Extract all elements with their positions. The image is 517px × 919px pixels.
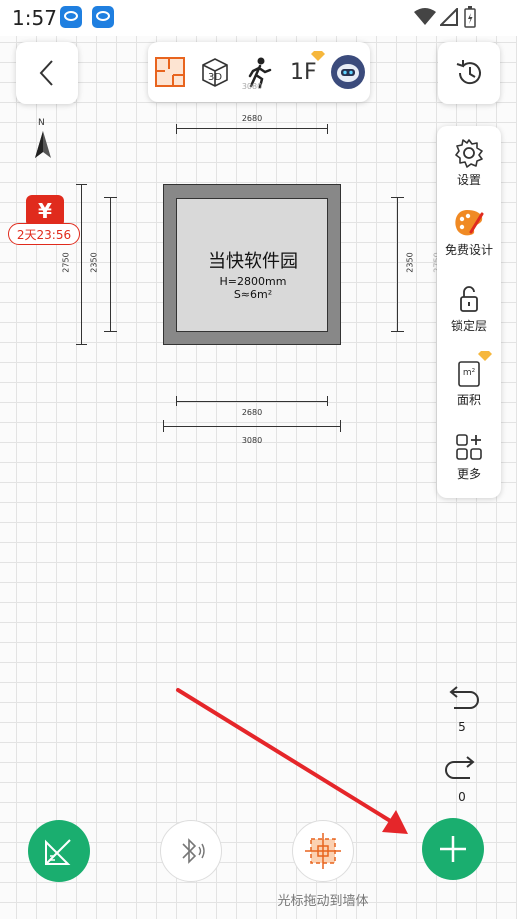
dimension-tick [104,197,117,198]
dimension-top-outer: 3080 [241,82,263,91]
dimension-bottom-inner: 2680 [241,408,263,417]
crosshair-icon [305,833,341,869]
annotation-arrow [176,688,408,834]
diamond-premium-icon [478,351,492,361]
dimension-line [176,128,328,129]
bluetooth-button[interactable] [160,820,222,882]
dimension-right-inner: 2350 [405,252,415,273]
dimension-bottom-outer: 3080 [241,436,263,445]
dimension-tick [76,344,87,345]
promo-badge[interactable]: ¥ 2天23:56 [8,195,80,249]
app-notification-icon [60,6,82,28]
area-icon-unit: m² [462,368,476,378]
compass-needle-icon [35,131,51,158]
battery-icon [464,6,476,28]
3d-cube-icon: 3D [201,58,228,87]
dimension-tick [76,184,87,185]
dimension-line [110,197,111,332]
floorplan-icon [155,57,186,87]
diamond-premium-icon [311,51,326,61]
view-toolbar: 3D 1F [148,42,370,102]
cursor-snap-button[interactable] [292,820,354,882]
free-design-label: 免费设计 [444,243,493,257]
dimension-left-inner: 2350 [89,252,99,273]
app-notification-icon [92,6,114,28]
undo-icon [449,686,479,709]
status-bar: 1:57 [0,0,517,36]
lock-layer-label: 锁定层 [450,319,487,333]
dimension-tick [327,396,328,406]
room-area: S≈6m² [233,288,273,301]
free-design-button[interactable]: 免费设计 [439,208,499,258]
dimension-tick [176,124,177,134]
redo-count: 0 [458,790,466,804]
room-height: H=2800mm [219,275,287,288]
back-button[interactable] [16,42,78,104]
undo-count: 5 [458,720,466,734]
area-button[interactable]: m² 面积 [439,351,499,408]
3d-view-button[interactable]: 3D [193,50,237,94]
floor-label: 1F [290,59,317,85]
more-button[interactable]: 更多 [439,432,499,482]
dimension-line [81,184,82,345]
area-label: 面积 [456,393,481,407]
gear-icon [455,139,483,168]
dimension-top-inner: 2680 [241,114,263,123]
promo-countdown: 2天23:56 [8,223,80,245]
room-wall[interactable]: 当快软件园 H=2800mm S≈6m² [163,184,341,345]
ai-assistant-button[interactable] [326,50,370,94]
bluetooth-icon [182,838,205,864]
ruler-triangle-icon [45,839,71,865]
plus-icon [440,836,466,862]
settings-label: 设置 [456,173,481,187]
add-button[interactable] [422,818,484,880]
more-label: 更多 [456,467,481,481]
dimension-line [397,197,398,332]
chevron-left-icon [39,60,53,86]
status-time: 1:57 [12,6,57,30]
history-clock-icon [456,60,481,85]
dimension-tick [104,331,117,332]
dimension-tick [176,396,177,406]
undo-button[interactable]: 5 [442,684,482,736]
redo-button[interactable]: 0 [442,754,482,806]
svg-text:3D: 3D [208,72,222,83]
cursor-hint-text: 光标拖动到墙体 [277,894,369,909]
lock-icon [460,286,478,312]
lock-layer-button[interactable]: 锁定层 [439,284,499,334]
measure-tool-button[interactable] [28,820,90,882]
dimension-tick [340,420,341,432]
dimension-tick [163,420,164,432]
side-tools-panel: 设置 免费设计 锁定层 m² 面积 更多 [437,126,501,498]
floorplan-view-button[interactable] [148,50,192,94]
redo-icon [445,756,475,779]
settings-button[interactable]: 设置 [439,138,499,188]
room-name: 当快软件园 [208,251,298,272]
dimension-left-outer: 2750 [61,252,71,273]
dimension-tick [391,331,404,332]
compass: N [28,118,58,160]
floor-selector-button[interactable]: 1F [281,50,326,94]
dimension-line [176,401,328,402]
compass-north-label: N [38,118,45,128]
robot-avatar-icon [330,55,365,89]
dimension-tick [327,124,328,134]
wifi-icon [414,8,436,25]
dimension-line [163,426,341,427]
palette-icon [455,210,484,236]
signal-icon [440,8,458,26]
dimension-tick [391,197,404,198]
history-button[interactable] [438,42,500,104]
grid-plus-icon [456,434,482,460]
